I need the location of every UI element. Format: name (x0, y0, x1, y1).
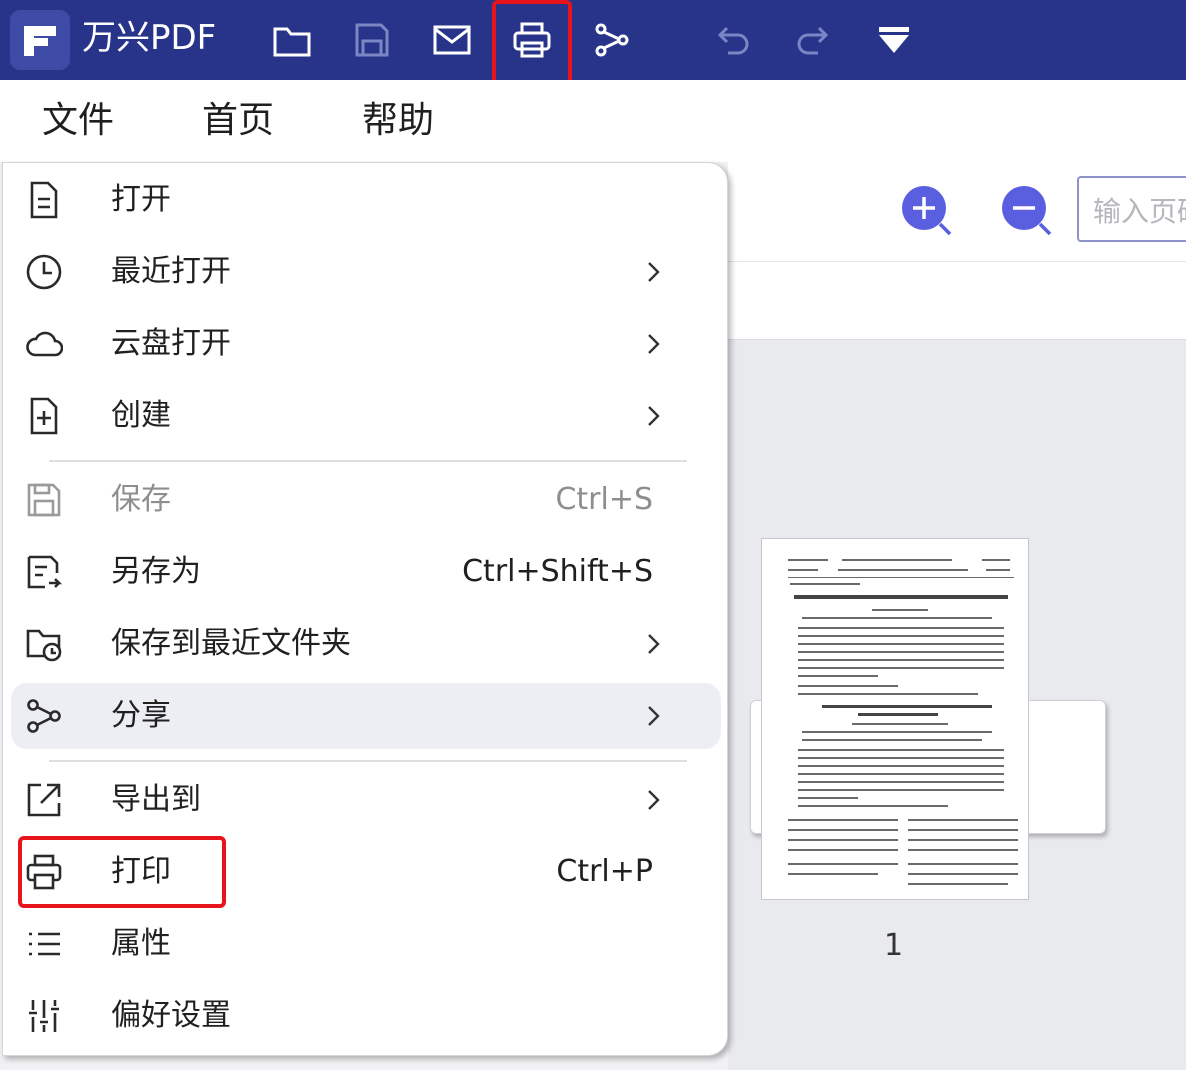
print-button-highlight (492, 0, 572, 88)
chevron-right-icon (648, 334, 660, 354)
chevron-right-icon (648, 262, 660, 282)
menu-item-cloud-open[interactable]: 云盘打开 (11, 311, 721, 377)
clock-icon (26, 254, 62, 290)
menu-item-shortcut: Ctrl+P (556, 854, 653, 889)
undo-icon[interactable] (714, 20, 754, 60)
chevron-right-icon (648, 706, 660, 726)
thumbnail-page-number: 1 (884, 928, 904, 963)
menu-home[interactable]: 首页 (202, 98, 274, 144)
menu-item-label: 分享 (111, 698, 171, 733)
print-menu-highlight (18, 836, 226, 908)
menu-item-shortcut: Ctrl+S (555, 482, 653, 517)
menu-item-label: 最近打开 (111, 254, 231, 289)
menu-bar: 文件 首页 帮助 (0, 80, 1186, 162)
mail-icon[interactable] (432, 20, 472, 60)
wondershare-pdf-logo-icon[interactable] (10, 10, 70, 70)
menu-item-preferences[interactable]: 偏好设置 (11, 983, 721, 1049)
menu-item-open[interactable]: 打开 (11, 167, 721, 233)
list-icon (29, 932, 60, 956)
page-thumbnail[interactable] (761, 538, 1029, 900)
document-icon (30, 181, 58, 219)
chevron-right-icon (648, 790, 660, 810)
folder-open-icon[interactable] (272, 20, 312, 60)
menu-item-label: 属性 (111, 926, 171, 961)
menu-item-recent[interactable]: 最近打开 (11, 239, 721, 305)
chevron-right-icon (648, 634, 660, 654)
menu-item-label: 云盘打开 (111, 326, 231, 361)
menu-item-label: 偏好设置 (111, 998, 231, 1033)
menu-item-label: 保存到最近文件夹 (111, 626, 351, 661)
export-icon (27, 783, 61, 817)
save-as-icon (27, 555, 63, 589)
save-icon[interactable] (352, 20, 392, 60)
menu-item-label: 打开 (111, 182, 171, 217)
menu-item-label: 导出到 (111, 782, 201, 817)
share-icon[interactable] (592, 20, 632, 60)
file-menu-dropdown: 打开 最近打开 云盘打开 创建 保存 Ctrl+S 另存为 Ctrl+Shift… (2, 162, 728, 1056)
view-subbar (728, 262, 1186, 340)
title-bar: 万兴PDF (0, 0, 1186, 80)
sliders-icon (29, 1000, 59, 1032)
menu-item-save-as[interactable]: 另存为 Ctrl+Shift+S (11, 539, 721, 605)
cloud-icon (26, 331, 63, 357)
save-icon (27, 483, 61, 517)
share-icon (27, 699, 61, 733)
menu-separator (49, 460, 687, 462)
chevron-right-icon (648, 406, 660, 426)
menu-item-label: 另存为 (111, 554, 201, 589)
menu-item-label: 保存 (111, 482, 171, 517)
zoom-out-icon[interactable] (1000, 184, 1056, 240)
menu-separator (49, 760, 687, 762)
menu-file[interactable]: 文件 (42, 98, 114, 144)
zoom-in-icon[interactable] (900, 184, 956, 240)
add-document-icon (30, 397, 58, 435)
menu-item-save-to-recent-folder[interactable]: 保存到最近文件夹 (11, 611, 721, 677)
quick-access-dropdown-icon[interactable] (874, 20, 914, 60)
menu-help[interactable]: 帮助 (362, 98, 434, 144)
page-number-input[interactable]: 输入页码 (1077, 176, 1186, 242)
menu-item-share[interactable]: 分享 (11, 683, 721, 749)
redo-icon[interactable] (792, 20, 832, 60)
menu-item-export[interactable]: 导出到 (11, 767, 721, 833)
menu-item-label: 创建 (111, 398, 171, 433)
menu-item-shortcut: Ctrl+Shift+S (462, 554, 653, 589)
menu-item-create[interactable]: 创建 (11, 383, 721, 449)
menu-item-save[interactable]: 保存 Ctrl+S (11, 467, 721, 533)
app-title: 万兴PDF (82, 18, 217, 58)
folder-clock-icon (26, 629, 62, 662)
menu-item-properties[interactable]: 属性 (11, 911, 721, 977)
